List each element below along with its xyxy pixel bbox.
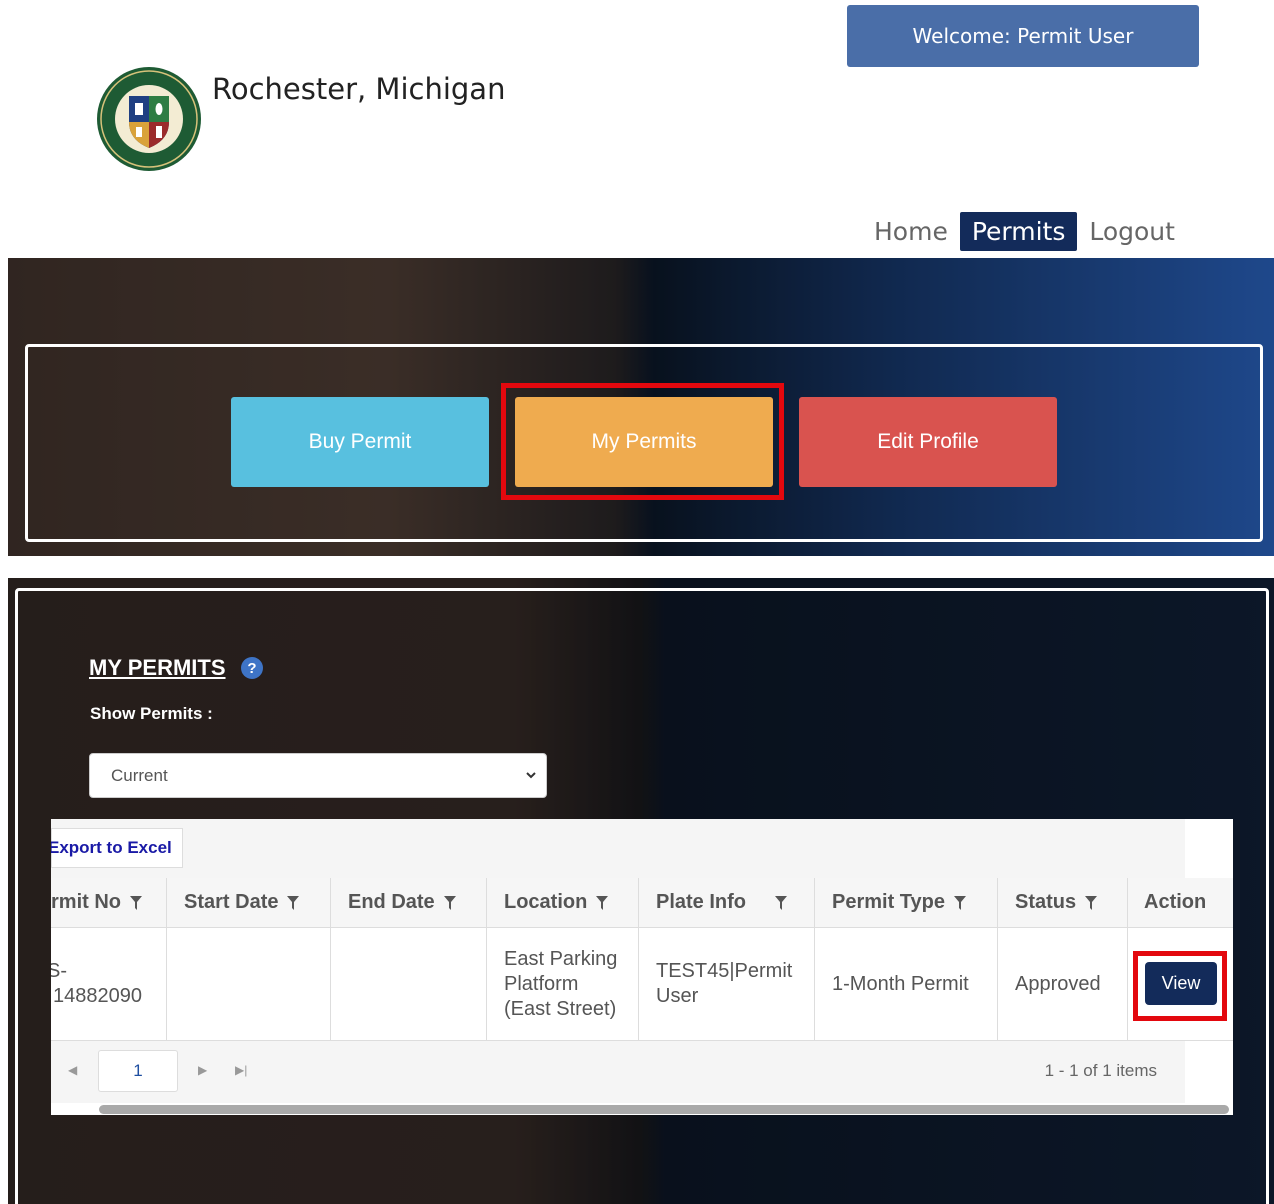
nav-logout-link[interactable]: Logout — [1077, 212, 1187, 251]
cell-start-date — [167, 928, 331, 1040]
filter-icon[interactable] — [443, 895, 457, 911]
page-number-input[interactable]: 1 — [98, 1050, 178, 1092]
show-permits-label: Show Permits : — [90, 704, 213, 723]
nav-home-link[interactable]: Home — [862, 212, 960, 251]
cell-permit-type: 1-Month Permit — [815, 928, 998, 1040]
filter-icon[interactable] — [774, 895, 788, 911]
city-name: Rochester, Michigan — [212, 72, 506, 106]
filter-icon[interactable] — [595, 895, 609, 911]
page-title: MY PERMITS — [89, 655, 226, 680]
column-header-permit-type[interactable]: Permit Type — [815, 878, 998, 927]
my-permits-panel: MY PERMITS ? Show Permits : Current Expo… — [8, 578, 1274, 1204]
select-value: Current — [111, 765, 168, 785]
buy-permit-button[interactable]: Buy Permit — [231, 397, 489, 487]
city-seal-logo — [97, 67, 201, 171]
grid-toolbar: Export to Excel — [51, 819, 1185, 878]
prev-page-icon[interactable]: ◀ — [68, 1063, 77, 1077]
main-nav: Home Permits Logout — [862, 212, 1187, 251]
column-header-end-date[interactable]: End Date — [331, 878, 487, 927]
column-header-action: Action — [1144, 891, 1207, 913]
chevron-down-icon — [526, 772, 536, 779]
cell-location: East Parking Platform (East Street) — [487, 928, 639, 1040]
help-icon[interactable]: ? — [241, 657, 263, 679]
filter-icon[interactable] — [953, 895, 967, 911]
cell-status: Approved — [998, 928, 1128, 1040]
horizontal-scrollbar[interactable] — [51, 1103, 1233, 1115]
last-page-icon[interactable]: ▶| — [235, 1063, 247, 1077]
pager-info: 1 - 1 of 1 items — [1044, 1061, 1157, 1080]
column-header-location[interactable]: Location — [487, 878, 639, 927]
grid-pager: ◀ 1 ▶ ▶| 1 - 1 of 1 items — [51, 1041, 1185, 1103]
column-header-permit-no[interactable]: rmit No — [51, 878, 167, 927]
column-header-status[interactable]: Status — [998, 878, 1128, 927]
nav-permits-link[interactable]: Permits — [959, 212, 1078, 251]
permits-grid: Export to Excel rmit No Start Date End D… — [51, 819, 1233, 1115]
column-header-start-date[interactable]: Start Date — [167, 878, 331, 927]
filter-icon[interactable] — [286, 895, 300, 911]
filter-icon[interactable] — [129, 895, 143, 911]
edit-profile-button[interactable]: Edit Profile — [799, 397, 1057, 487]
filter-icon[interactable] — [1084, 895, 1098, 911]
grid-header-row: rmit No Start Date End Date Location Pla… — [51, 878, 1233, 928]
cell-permit-no: S- 14882090 — [51, 928, 167, 1040]
column-header-plate-info[interactable]: Plate Info — [639, 878, 815, 927]
welcome-banner: Welcome: Permit User — [847, 5, 1199, 67]
export-excel-button[interactable]: Export to Excel — [51, 828, 183, 868]
cell-plate-info: TEST45|Permit User — [639, 928, 815, 1040]
next-page-icon[interactable]: ▶ — [198, 1063, 207, 1077]
hero-banner: Buy Permit My Permits Edit Profile — [8, 258, 1274, 556]
show-permits-select[interactable]: Current — [89, 753, 547, 798]
table-row: S- 14882090 East Parking Platform (East … — [51, 928, 1233, 1041]
view-button-highlight — [1133, 951, 1227, 1021]
scrollbar-thumb[interactable] — [99, 1105, 1229, 1114]
cell-end-date — [331, 928, 487, 1040]
my-permits-highlight — [501, 383, 784, 500]
